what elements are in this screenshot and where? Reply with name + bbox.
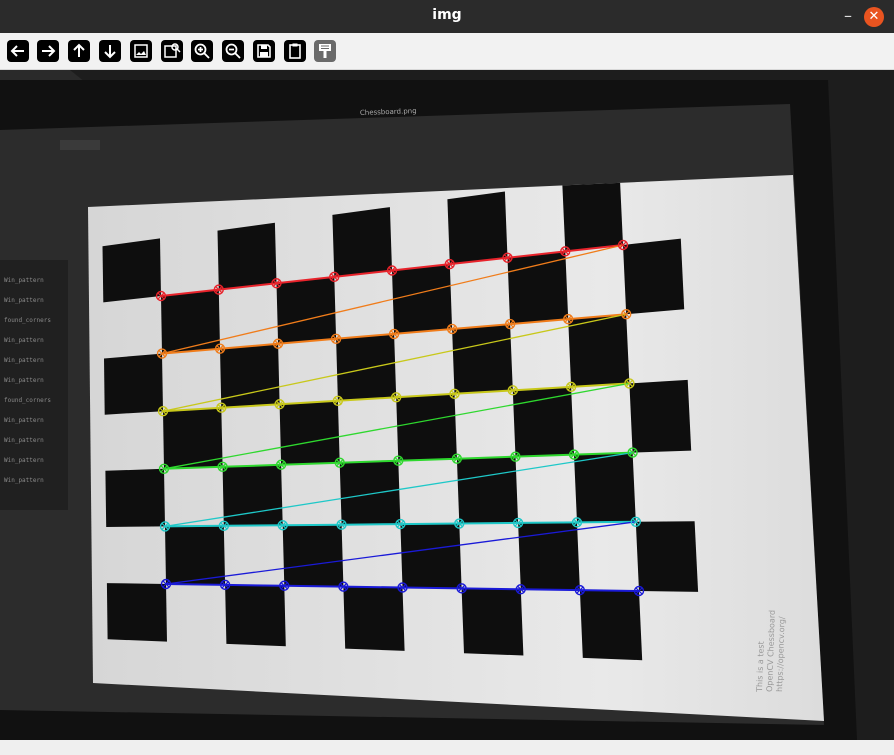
zoom-original-button[interactable]	[160, 39, 184, 63]
caption-line: This is a test	[755, 641, 766, 693]
terminal-line: Win_pattern	[4, 297, 44, 304]
chess-square	[161, 289, 220, 354]
chess-square	[106, 583, 167, 642]
terminal-line: Win_pattern	[4, 377, 44, 384]
chess-square	[104, 353, 163, 415]
terminal-line: Win_pattern	[4, 337, 44, 344]
chess-square	[518, 522, 580, 591]
arrow-down-icon	[99, 40, 121, 62]
chess-square	[579, 590, 643, 661]
save-icon	[253, 40, 275, 62]
chess-square	[461, 588, 524, 656]
terminal-line: Win_pattern	[4, 417, 44, 424]
chess-square	[456, 456, 519, 524]
zoom-out-button[interactable]	[221, 39, 245, 63]
chess-square	[574, 452, 636, 523]
chess-square	[102, 238, 161, 303]
arrow-left-icon	[7, 40, 29, 62]
window-title: img	[432, 7, 462, 23]
chess-square	[396, 393, 457, 461]
clipboard-icon	[284, 40, 306, 62]
pan-up-button[interactable]	[67, 39, 91, 63]
properties-button[interactable]	[313, 39, 337, 63]
chess-square	[392, 264, 453, 334]
camera-image: Win_pattern Win_pattern found_corners Win_p…	[0, 70, 894, 740]
chess-square	[336, 333, 397, 401]
zoom-in-icon	[191, 40, 213, 62]
chess-square	[635, 521, 699, 592]
copy-clipboard-button[interactable]	[283, 39, 307, 63]
paint-brush-icon	[314, 40, 336, 62]
chess-square	[220, 343, 280, 408]
chess-square	[629, 379, 692, 453]
chess-square	[217, 222, 277, 290]
save-button[interactable]	[252, 39, 276, 63]
zoom-out-icon	[222, 40, 244, 62]
chess-square	[105, 468, 165, 527]
chess-square	[512, 386, 574, 457]
zoom-in-button[interactable]	[190, 39, 214, 63]
chess-square	[447, 191, 508, 265]
chess-square	[282, 524, 344, 587]
screen-toolbar	[60, 140, 100, 150]
chess-square	[568, 314, 630, 387]
chess-square	[623, 238, 685, 315]
image-search-icon	[161, 40, 183, 62]
terminal-line: Win_pattern	[4, 357, 44, 364]
terminal-line: Win_pattern	[4, 457, 44, 464]
chess-square	[222, 464, 283, 526]
pan-down-button[interactable]	[98, 39, 122, 63]
terminal-line: Win_pattern	[4, 477, 44, 484]
title-bar: img – ✕	[0, 0, 894, 33]
chess-square	[562, 175, 623, 252]
arrow-up-icon	[68, 40, 90, 62]
terminal-line: found_corners	[4, 397, 51, 404]
chess-square	[276, 276, 337, 344]
chess-square	[225, 584, 286, 647]
chess-square	[279, 400, 340, 465]
arrow-right-icon	[37, 40, 59, 62]
image-viewport[interactable]: Win_pattern Win_pattern found_corners Win_p…	[0, 70, 894, 740]
chess-square	[400, 523, 462, 589]
chess-square	[332, 207, 392, 277]
terminal-line: found_corners	[4, 317, 51, 324]
terminal-line: Win_pattern	[4, 277, 44, 284]
chess-square	[343, 586, 405, 651]
chess-square	[339, 460, 401, 525]
toolbar	[0, 33, 894, 70]
chess-square	[507, 251, 569, 325]
chess-square	[452, 324, 513, 394]
chess-square	[165, 525, 226, 585]
zoom-fit-button[interactable]	[129, 39, 153, 63]
pan-left-button[interactable]	[6, 39, 30, 63]
pan-right-button[interactable]	[36, 39, 60, 63]
minimize-button[interactable]: –	[838, 7, 858, 27]
image-icon	[130, 40, 152, 62]
terminal-line: Win_pattern	[4, 437, 44, 444]
close-button[interactable]: ✕	[864, 7, 884, 27]
status-bar	[0, 740, 894, 755]
